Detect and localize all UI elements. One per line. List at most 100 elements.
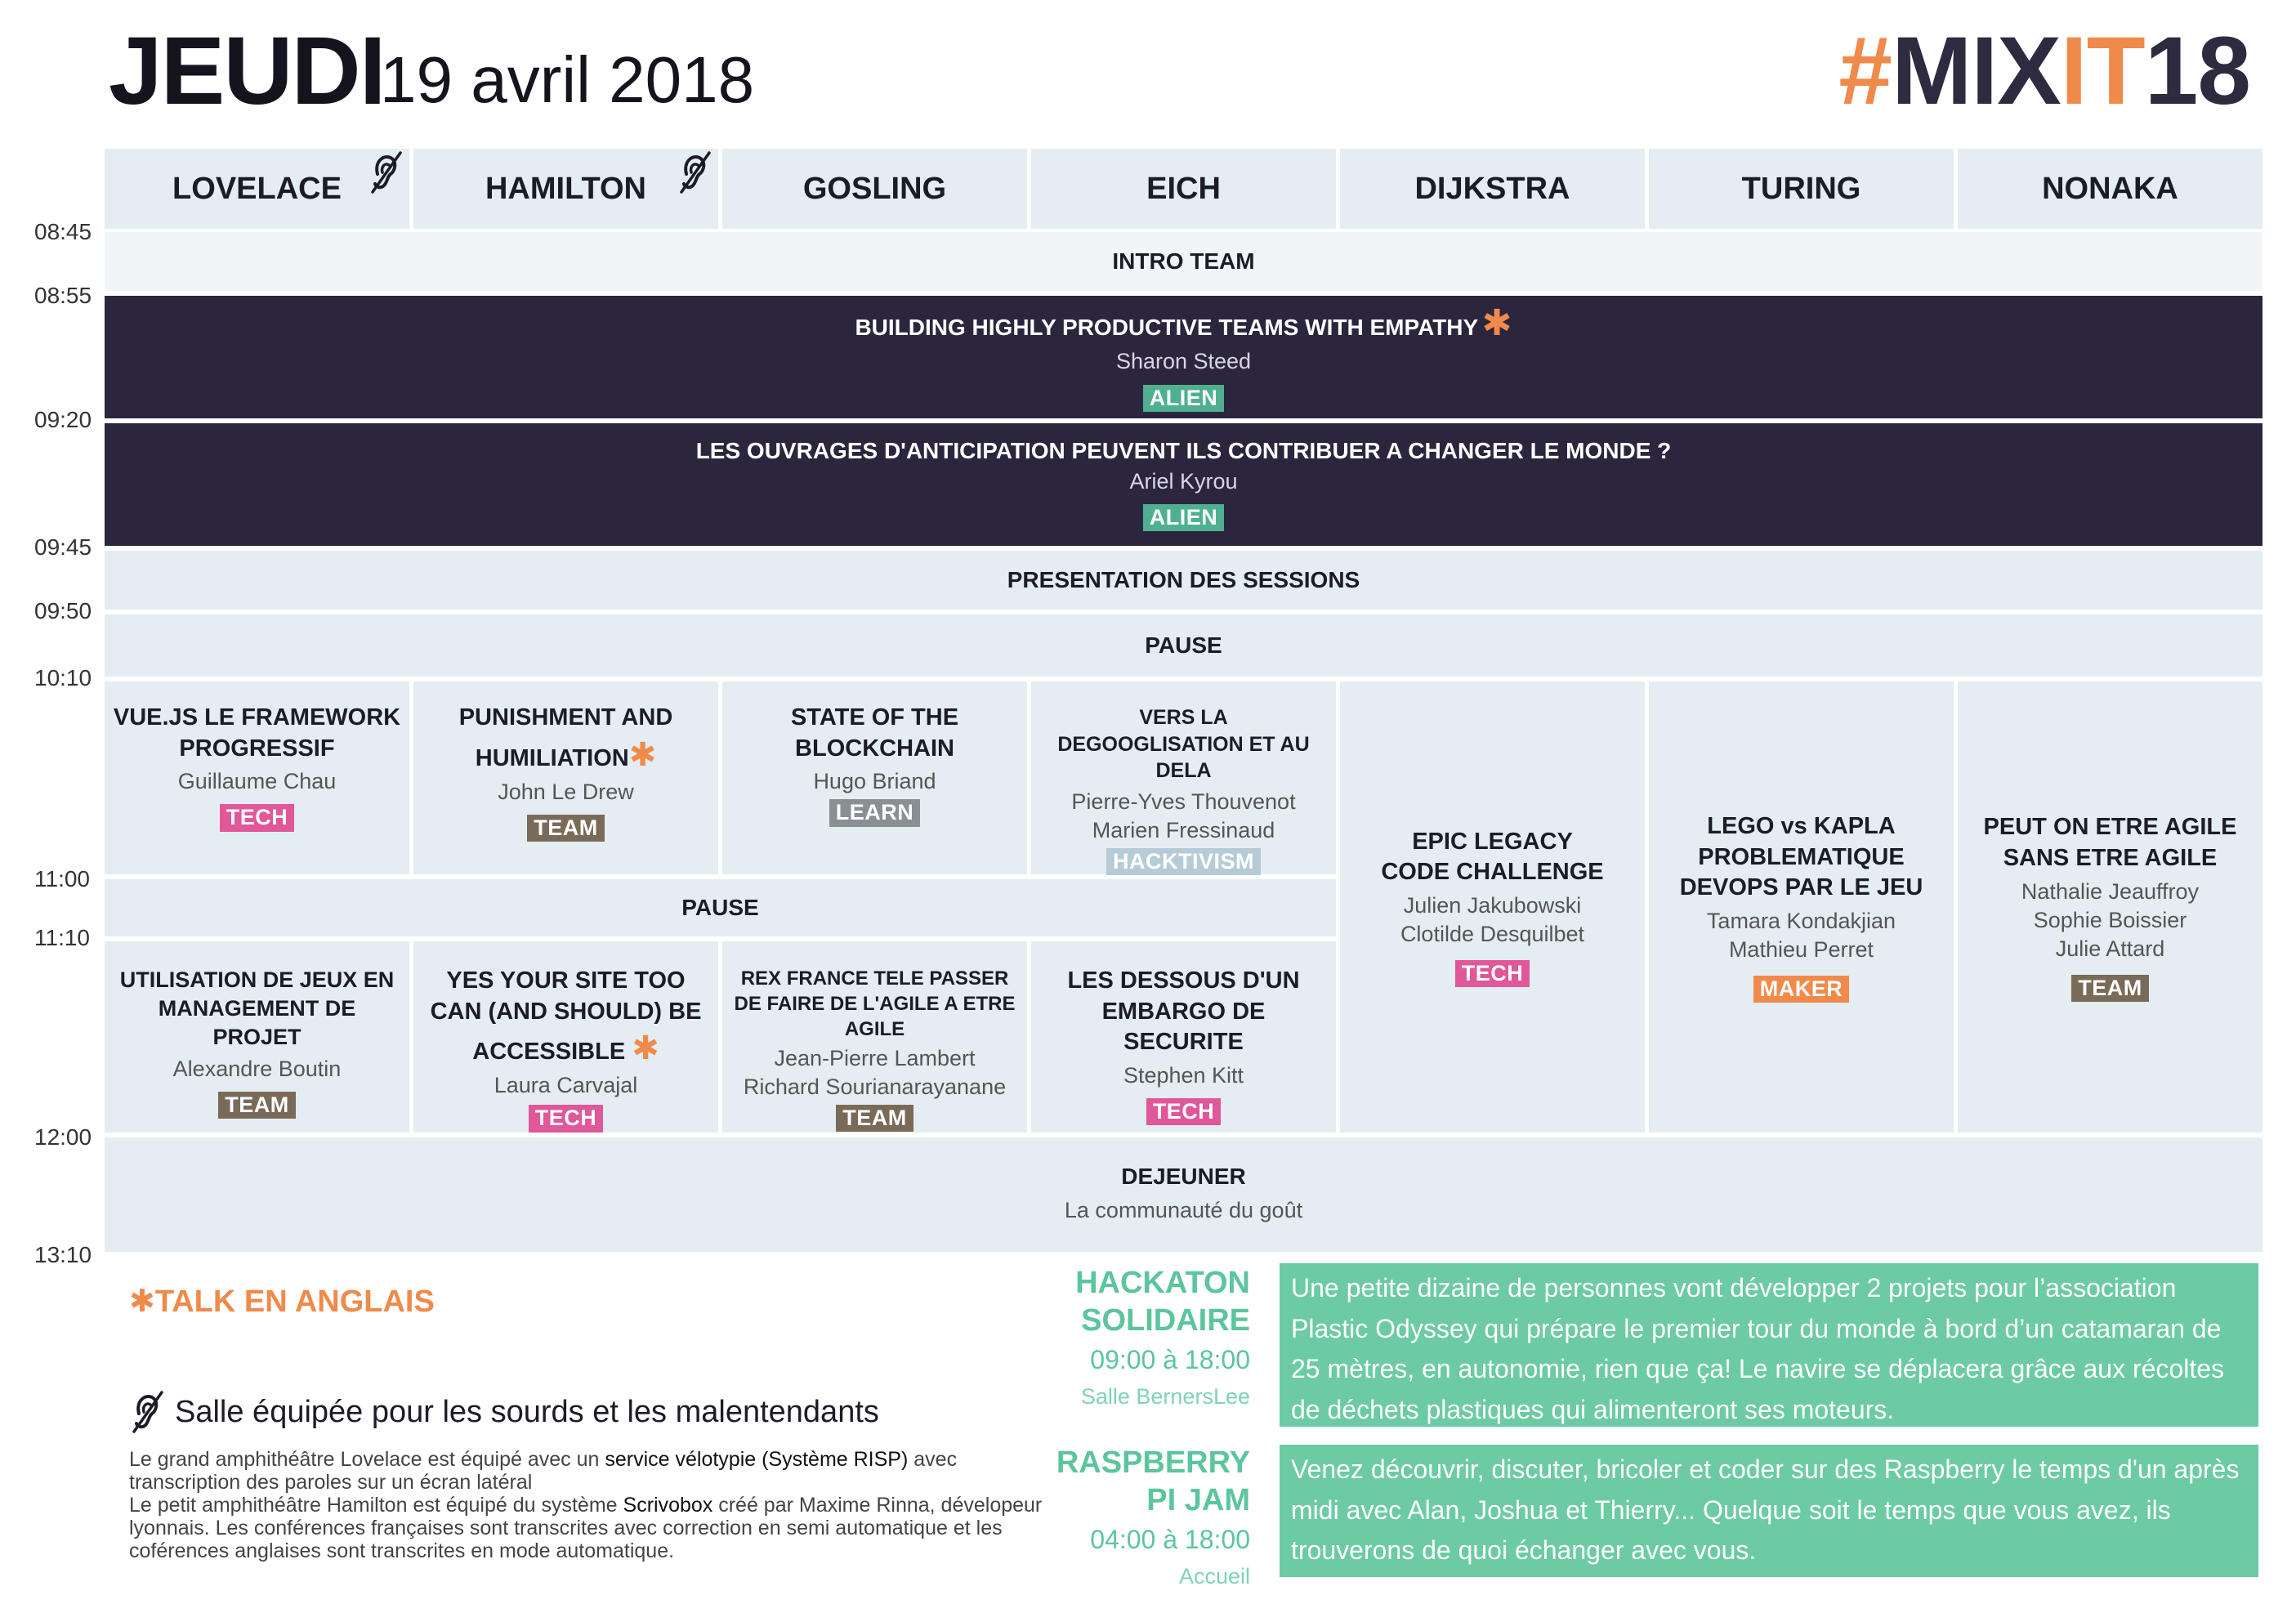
room-header-turing: TURING xyxy=(1649,149,1954,229)
keynote-1-title-row: BUILDING HIGHLY PRODUCTIVE TEAMS WITH EM… xyxy=(855,302,1512,344)
talk-card[interactable]: VUE.JS LE FRAMEWORK PROGRESSIF Guillaume… xyxy=(105,681,409,874)
hackathon-place: Salle BernersLee xyxy=(1080,1384,1250,1409)
talk-card[interactable]: PUNISHMENT AND HUMILIATION✱ John Le Drew… xyxy=(413,681,718,874)
talk-title: PEUT ON ETRE AGILE SANS ETRE AGILE xyxy=(1983,814,2237,871)
hearing-impaired-icon xyxy=(680,151,711,194)
legend-lovelace-line: Le grand amphithéâtre Lovelace est équip… xyxy=(129,1448,1052,1494)
english-star-icon: ✱ xyxy=(632,1030,659,1067)
talk-card[interactable]: YES YOUR SITE TOO CAN (AND SHOULD) BE AC… xyxy=(413,941,718,1133)
talk-speakers: Pierre-Yves Thouvenot Marien Fressinaud xyxy=(1071,789,1296,842)
room-header-eich: EICH xyxy=(1031,149,1336,229)
time-label: 08:45 xyxy=(34,219,92,244)
intro-team-title: INTRO TEAM xyxy=(1112,248,1255,274)
hackathon-title-line: HACKATON xyxy=(1075,1266,1250,1300)
keynote-2-speaker: Ariel Kyrou xyxy=(1129,468,1238,494)
time-label: 08:55 xyxy=(34,283,92,308)
hackathon-title: HACKATON SOLIDAIRE xyxy=(1054,1265,1250,1339)
talk-card[interactable]: LEGO vs KAPLA PROBLEMATIQUE DEVOPS PAR L… xyxy=(1649,681,1954,1133)
page-title-date: 19 avril 2018 xyxy=(380,43,755,116)
presentation-sessions-block: PRESENTATION DES SESSIONS xyxy=(105,551,2262,610)
pause-block: PAUSE xyxy=(105,614,2262,677)
talk-speakers: Guillaume Chau xyxy=(177,769,337,794)
talk-tag: LEARN xyxy=(829,799,921,827)
talk-speakers: John Le Drew xyxy=(498,779,634,804)
hackathon-time: 09:00 à 18:00 xyxy=(1090,1345,1250,1374)
room-name: LOVELACE xyxy=(172,171,342,206)
logo-mix: MIX xyxy=(1892,17,2061,125)
raspberry-description: Venez découvrir, discuter, bricoler et c… xyxy=(1280,1445,2258,1577)
raspberry-time: 04:00 à 18:00 xyxy=(1090,1525,1250,1554)
legend-deaf: Salle équipée pour les sourds et les mal… xyxy=(129,1389,879,1435)
room-name: HAMILTON xyxy=(485,171,646,206)
pause-block: PAUSE xyxy=(105,879,1336,936)
keynote-1[interactable]: BUILDING HIGHLY PRODUCTIVE TEAMS WITH EM… xyxy=(105,296,2262,418)
talk-tag: TEAM xyxy=(218,1092,296,1119)
intro-team-block: INTRO TEAM xyxy=(105,232,2262,291)
english-star-icon: ✱ xyxy=(129,1285,155,1319)
talk-tag: TECH xyxy=(1454,960,1530,988)
keynote-1-tag: ALIEN xyxy=(1142,384,1225,412)
raspberry-title-line: RASPBERRY xyxy=(1056,1445,1250,1480)
time-label: 09:20 xyxy=(34,407,92,432)
presentation-sessions-title: PRESENTATION DES SESSIONS xyxy=(1007,567,1360,592)
room-name: EICH xyxy=(1146,171,1221,206)
pause-title: PAUSE xyxy=(681,895,759,920)
legend-highlight: Scrivobox xyxy=(623,1494,713,1517)
talk-speakers: Jean-Pierre Lambert Richard Sourianaraya… xyxy=(743,1045,1007,1099)
time-label: 10:10 xyxy=(34,665,92,690)
lunch-block: DEJEUNER La communauté du goût xyxy=(105,1137,2262,1252)
talk-title-row: YES YOUR SITE TOO CAN (AND SHOULD) BE AC… xyxy=(413,966,718,1070)
talk-tag: TEAM xyxy=(527,814,605,842)
legend-english-label: TALK EN ANGLAIS xyxy=(154,1285,435,1319)
hackathon-title-line: SOLIDAIRE xyxy=(1081,1302,1250,1338)
room-header-lovelace: LOVELACE xyxy=(105,149,409,229)
room-name: NONAKA xyxy=(2042,171,2178,206)
room-name: GOSLING xyxy=(802,171,947,206)
legend-text-part: Le petit amphithéâtre Hamilton est équip… xyxy=(129,1494,623,1517)
time-label: 09:50 xyxy=(34,598,92,623)
talk-tag: MAKER xyxy=(1753,976,1850,1003)
talk-title-row: PUNISHMENT AND HUMILIATION✱ xyxy=(413,703,718,776)
talk-speakers: Stephen Kitt xyxy=(1123,1063,1244,1088)
raspberry-place: Accueil xyxy=(1178,1564,1250,1588)
keynote-1-title: BUILDING HIGHLY PRODUCTIVE TEAMS WITH EM… xyxy=(855,315,1479,341)
talk-title: VERS LA DEGOOGLISATION ET AU DELA xyxy=(1057,706,1310,782)
room-header-hamilton: HAMILTON xyxy=(413,149,718,229)
keynote-1-speaker: Sharon Steed xyxy=(1115,349,1252,374)
talk-card[interactable]: PEUT ON ETRE AGILE SANS ETRE AGILE Natha… xyxy=(1958,681,2262,1133)
room-header-nonaka: NONAKA xyxy=(1958,149,2262,229)
talk-card[interactable]: VERS LA DEGOOGLISATION ET AU DELA Pierre… xyxy=(1031,681,1336,875)
keynote-2-tag: ALIEN xyxy=(1142,504,1225,532)
talk-title: REX FRANCE TELE PASSER DE FAIRE DE L'AGI… xyxy=(734,967,1016,1041)
talk-title: LES DESSOUS D'UN EMBARGO DE SECURITE xyxy=(1067,967,1300,1056)
lunch-subtitle: La communauté du goût xyxy=(1064,1198,1303,1223)
keynote-2[interactable]: LES OUVRAGES D'ANTICIPATION PEUVENT ILS … xyxy=(105,423,2262,546)
page-title-day: JEUDI xyxy=(109,17,386,125)
time-label: 11:10 xyxy=(34,925,90,950)
talk-speakers: Julien Jakubowski Clotilde Desquilbet xyxy=(1400,893,1585,947)
talk-title: STATE OF THE BLOCKCHAIN xyxy=(790,704,959,762)
raspberry-title: RASPBERRY PI JAM xyxy=(1054,1445,1250,1519)
legend-description: Le grand amphithéâtre Lovelace est équip… xyxy=(129,1448,1052,1562)
room-name: TURING xyxy=(1741,171,1861,206)
logo-hash: # xyxy=(1838,17,1892,125)
talk-speakers: Laura Carvajal xyxy=(494,1073,638,1098)
talk-card[interactable]: EPIC LEGACY CODE CHALLENGE Julien Jakubo… xyxy=(1340,681,1645,1133)
talk-title: LEGO vs KAPLA PROBLEMATIQUE DEVOPS PAR L… xyxy=(1679,812,1923,901)
talk-card[interactable]: LES DESSOUS D'UN EMBARGO DE SECURITE Ste… xyxy=(1031,941,1336,1133)
room-header-gosling: GOSLING xyxy=(722,149,1027,229)
talk-tag: TECH xyxy=(1146,1098,1222,1126)
talk-title: VUE.JS LE FRAMEWORK PROGRESSIF xyxy=(113,704,401,762)
talk-tag: TECH xyxy=(528,1105,604,1133)
english-star-icon: ✱ xyxy=(1481,303,1512,344)
talk-card[interactable]: UTILISATION DE JEUX EN MANAGEMENT DE PRO… xyxy=(105,941,409,1133)
talk-speakers: Hugo Briand xyxy=(813,769,936,794)
legend-english: ✱TALK EN ANGLAIS xyxy=(129,1283,435,1320)
talk-tag: TEAM xyxy=(2071,974,2149,1002)
lunch-title: DEJEUNER xyxy=(1121,1164,1246,1190)
hearing-impaired-icon xyxy=(132,1391,163,1433)
talk-title: YES YOUR SITE TOO CAN (AND SHOULD) BE AC… xyxy=(430,967,702,1066)
talk-card[interactable]: STATE OF THE BLOCKCHAIN Hugo Briand LEAR… xyxy=(722,681,1027,874)
hackathon-description: Une petite dizaine de personnes vont dév… xyxy=(1280,1263,2258,1427)
talk-card[interactable]: REX FRANCE TELE PASSER DE FAIRE DE L'AGI… xyxy=(722,941,1027,1133)
